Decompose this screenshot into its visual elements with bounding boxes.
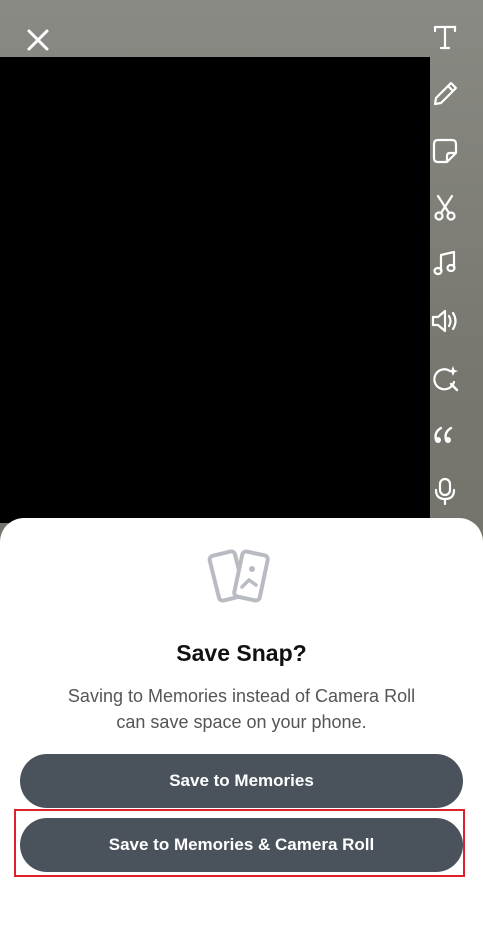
close-button[interactable]: [20, 22, 56, 58]
text-tool-button[interactable]: [424, 16, 466, 58]
scissors-icon: [434, 194, 456, 221]
close-icon: [27, 29, 49, 51]
save-to-memories-button[interactable]: Save to Memories: [20, 754, 463, 808]
lens-tool-button[interactable]: [424, 358, 466, 400]
pencil-tool-button[interactable]: [424, 73, 466, 115]
highlight-box: [14, 809, 465, 877]
magic-lens-icon: [433, 366, 459, 392]
quote-icon: [434, 426, 453, 443]
speaker-icon: [431, 309, 457, 333]
pencil-icon: [433, 81, 458, 106]
music-note-icon: [433, 250, 456, 276]
sticker-icon: [432, 138, 458, 164]
dialog-description: Saving to Memories instead of Camera Rol…: [67, 686, 416, 732]
caption-tool-button[interactable]: [424, 414, 466, 456]
music-tool-button[interactable]: [424, 243, 466, 285]
save-snap-sheet: Save Snap? Saving to Memories instead of…: [0, 518, 483, 933]
dialog-title: Save Snap?: [176, 640, 307, 666]
photos-icon: [207, 549, 270, 603]
snap-preview: [0, 57, 430, 523]
microphone-icon: [434, 477, 456, 506]
sticker-tool-button[interactable]: [424, 130, 466, 172]
volume-tool-button[interactable]: [424, 300, 466, 342]
text-icon: [433, 25, 457, 50]
scissors-tool-button[interactable]: [424, 187, 466, 229]
voice-tool-button[interactable]: [424, 470, 466, 512]
